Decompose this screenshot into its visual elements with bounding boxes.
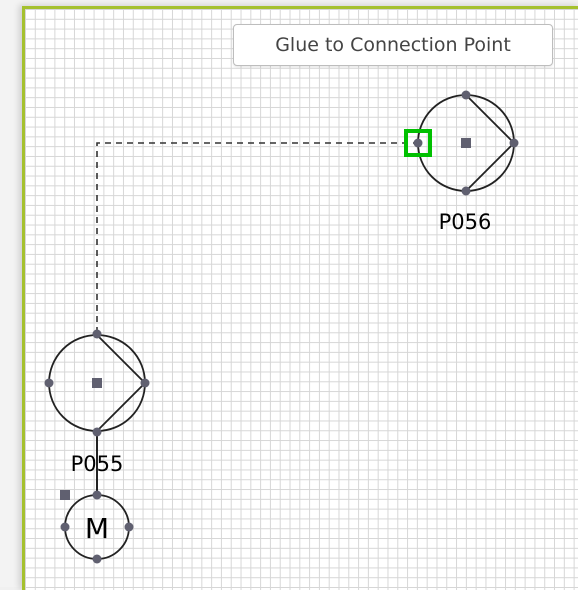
pin-handle[interactable]: [461, 138, 471, 148]
connection-point[interactable]: [92, 329, 102, 339]
pump-p055[interactable]: P055: [44, 329, 150, 477]
connection-point[interactable]: [44, 378, 54, 388]
pump-p056[interactable]: P056: [404, 90, 519, 235]
connector-dashed[interactable]: [96, 142, 418, 333]
connection-point-glued[interactable]: [413, 138, 423, 148]
pin-handle[interactable]: [92, 378, 102, 388]
motor-m[interactable]: M: [60, 490, 134, 564]
pump-p055-label: P055: [71, 452, 124, 476]
drawing-canvas[interactable]: P056 P055 M Glue to Connection Point: [0, 0, 578, 590]
pump-p056-label: P056: [439, 210, 492, 234]
connection-point[interactable]: [60, 522, 70, 532]
connection-point[interactable]: [92, 554, 102, 564]
connection-point[interactable]: [509, 138, 519, 148]
diagram: P056 P055 M: [44, 90, 519, 564]
connection-point[interactable]: [461, 186, 471, 196]
motor-label: M: [85, 512, 109, 545]
glue-tooltip: Glue to Connection Point: [233, 24, 553, 66]
connection-point[interactable]: [124, 522, 134, 532]
connection-point[interactable]: [92, 427, 102, 437]
pin-handle[interactable]: [60, 490, 70, 500]
connection-point[interactable]: [140, 378, 150, 388]
connection-point[interactable]: [461, 90, 471, 100]
connection-point[interactable]: [92, 490, 102, 500]
